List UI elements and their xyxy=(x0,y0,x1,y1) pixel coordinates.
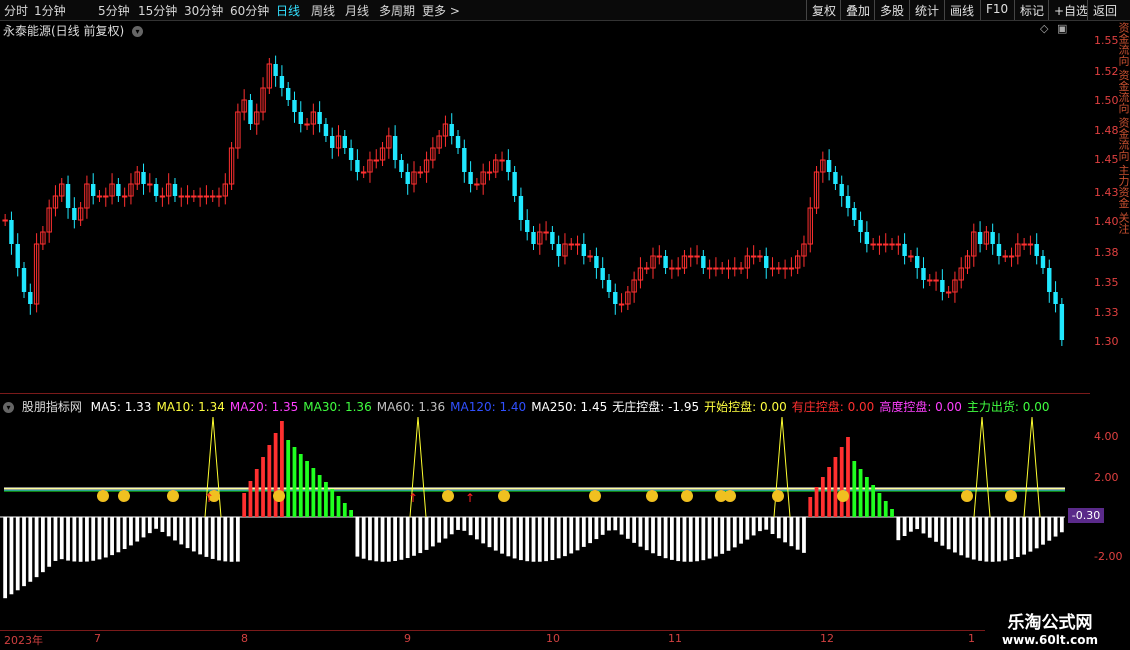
price-tick: 1.30 xyxy=(1094,335,1119,348)
date-tick: 11 xyxy=(668,632,682,645)
price-tick: 1.45 xyxy=(1094,153,1119,166)
price-tick: 1.35 xyxy=(1094,276,1119,289)
tab-more[interactable]: 更多 > xyxy=(422,2,460,19)
back-button[interactable]: 返回 xyxy=(1087,0,1122,20)
date-tick: 9 xyxy=(404,632,411,645)
svg-text:↑: ↑ xyxy=(408,491,418,505)
current-value-badge: -0.30 xyxy=(1068,508,1104,523)
date-tick: 7 xyxy=(94,632,101,645)
watermark: 乐淘公式网 www.60lt.com xyxy=(985,604,1115,650)
indicator-tick: -2.00 xyxy=(1094,550,1123,563)
side-info-strip: 资金流向 资金流向 资金流向 主力资金 关注 xyxy=(1119,22,1130,234)
f10-button[interactable]: F10 xyxy=(980,0,1013,20)
pane-divider xyxy=(0,393,1090,394)
svg-text:↑: ↑ xyxy=(204,491,214,505)
tab-30min[interactable]: 30分钟 xyxy=(184,2,223,19)
mark-button[interactable]: 标记 xyxy=(1014,0,1049,20)
date-tick: 1 xyxy=(968,632,975,645)
overlay-button[interactable]: 叠加 xyxy=(840,0,875,20)
date-tick: 2023年 xyxy=(4,634,43,647)
multi-stock-button[interactable]: 多股 xyxy=(874,0,909,20)
tab-15min[interactable]: 15分钟 xyxy=(138,2,177,19)
price-tick: 1.38 xyxy=(1094,246,1119,259)
tab-weekly[interactable]: 周线 xyxy=(311,2,335,19)
date-tick: 8 xyxy=(241,632,248,645)
indicator-tick: 2.00 xyxy=(1094,471,1119,484)
date-tick: 12 xyxy=(820,632,834,645)
tab-60min[interactable]: 60分钟 xyxy=(230,2,269,19)
price-tick: 1.55 xyxy=(1094,34,1119,47)
tab-multi-period[interactable]: 多周期 xyxy=(379,2,415,19)
date-tick: 10 xyxy=(546,632,560,645)
restore-rights-button[interactable]: 复权 xyxy=(806,0,841,20)
indicator-tick: 4.00 xyxy=(1094,430,1119,443)
tab-1min[interactable]: 1分钟 xyxy=(34,2,66,19)
statistics-button[interactable]: 统计 xyxy=(909,0,944,20)
price-tick: 1.52 xyxy=(1094,65,1119,78)
price-tick: 1.50 xyxy=(1094,94,1119,107)
price-tick: 1.40 xyxy=(1094,215,1119,228)
price-tick: 1.43 xyxy=(1094,186,1119,199)
price-tick: 1.48 xyxy=(1094,124,1119,137)
price-tick: 1.33 xyxy=(1094,306,1119,319)
tab-monthly[interactable]: 月线 xyxy=(345,2,369,19)
candlestick-chart xyxy=(2,55,1065,346)
watermark-url: www.60lt.com xyxy=(1001,633,1099,647)
svg-text:↑: ↑ xyxy=(465,491,475,505)
period-toolbar: 分时 1分钟 5分钟 15分钟 30分钟 60分钟 日线 周线 月线 多周期 更… xyxy=(0,0,1130,21)
watermark-title: 乐淘公式网 xyxy=(1007,613,1093,633)
tab-daily[interactable]: 日线 xyxy=(276,2,300,19)
tab-5min[interactable]: 5分钟 xyxy=(98,2,130,19)
date-axis-line xyxy=(0,630,1090,631)
draw-line-button[interactable]: 画线 xyxy=(944,0,979,20)
tab-fenshi[interactable]: 分时 xyxy=(4,2,28,19)
indicator-chart: ↑ ↑ ↑ xyxy=(0,416,1065,599)
